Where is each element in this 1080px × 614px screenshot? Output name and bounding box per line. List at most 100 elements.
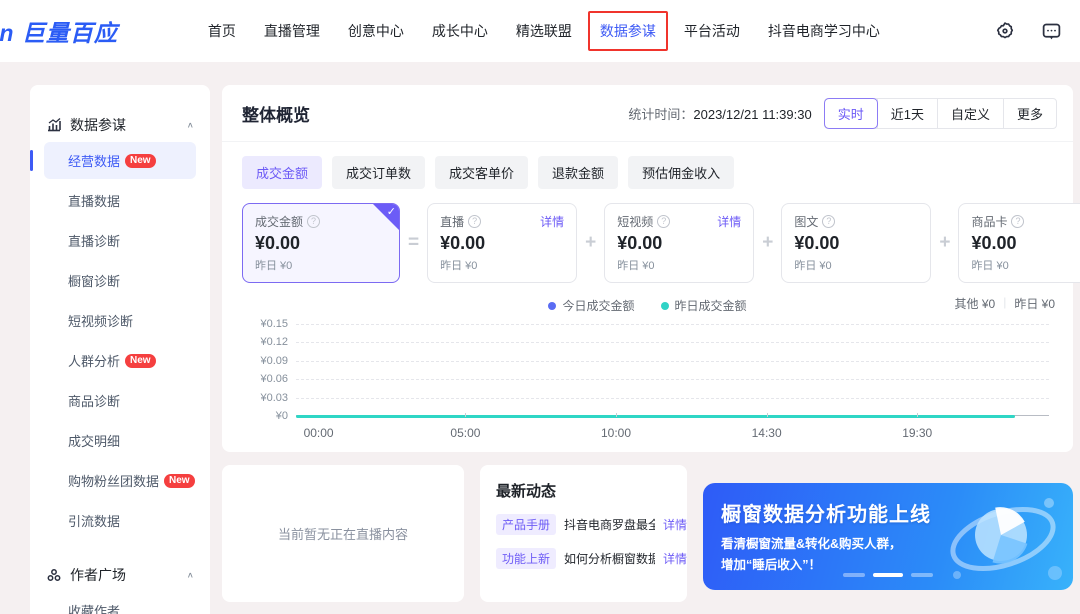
top-nav: in 巨量百应 首页 直播管理 创意中心 成长中心 精选联盟 数据参谋 平台活动… [0,0,1080,62]
stat-card-title: 短视频 [617,213,653,230]
nav-platform-activity[interactable]: 平台活动 [684,21,740,41]
question-icon[interactable]: ? [657,215,670,228]
check-icon: ✓ [387,205,396,218]
x-tickmark [917,413,918,417]
question-icon[interactable]: ? [468,215,481,228]
active-indicator-bar [30,150,33,171]
stat-card-title: 图文 [794,213,818,230]
nav-live-management[interactable]: 直播管理 [264,21,320,41]
range-more-button[interactable]: 更多 [1003,99,1056,128]
stat-card-gmv[interactable]: ✓ 成交金额? ¥0.00 昨日 ¥0 [242,203,400,283]
stat-card-live[interactable]: 直播? 详情 ¥0.00 昨日 ¥0 [427,203,577,283]
carousel-dot[interactable] [911,573,933,577]
news-detail-link[interactable]: 详情 [663,516,687,533]
sidebar-item-business-data[interactable]: 经营数据 New [44,142,196,179]
main-nav: 首页 直播管理 创意中心 成长中心 精选联盟 数据参谋 平台活动 抖音电商学习中… [208,21,880,41]
legend-summary: 其他 ¥0 | 昨日 ¥0 [955,295,1056,312]
sidebar: 数据参谋 ∧ 经营数据 New 直播数据 直播诊断 橱窗诊断 短视频诊断 人群分… [30,85,210,614]
nav-selected-alliance[interactable]: 精选联盟 [516,21,572,41]
news-tag: 产品手册 [496,514,556,535]
page-title: 整体概览 [242,101,310,126]
x-tickmark [465,413,466,417]
nav-learning-center[interactable]: 抖音电商学习中心 [768,21,880,41]
range-realtime-button[interactable]: 实时 [825,99,877,128]
stat-card-value: ¥0.00 [440,233,564,254]
banner-subtitle-2: 增加“睡后收入”！ [721,554,1055,573]
sidebar-item-audience-analysis[interactable]: 人群分析 New [44,342,196,379]
stat-card-short-video[interactable]: 短视频?详情 ¥0.00 昨日 ¥0 [604,203,754,283]
live-status-card: 当前暂无正在直播内容 [222,465,464,602]
question-icon[interactable]: ? [1011,215,1024,228]
legend-yesterday[interactable]: 昨日成交金额 [661,297,747,314]
detail-link[interactable]: 详情 [540,213,564,230]
chevron-up-icon[interactable]: ∧ [187,121,194,130]
news-card: 最新动态 产品手册 抖音电商罗盘最全最... 详情 功能上新 如何分析橱窗数据，… [480,465,687,602]
sidebar-item-showcase-diagnosis[interactable]: 橱窗诊断 [44,262,196,299]
sidebar-item-traffic-data[interactable]: 引流数据 [44,502,196,539]
y-tick: ¥0.12 [242,336,288,348]
stat-card-title: 成交金额 [255,213,303,230]
plus-operator: + [937,232,952,254]
nav-growth-center[interactable]: 成长中心 [432,21,488,41]
stat-card-yesterday: 昨日 ¥0 [440,257,564,273]
news-item[interactable]: 产品手册 抖音电商罗盘最全最... 详情 [496,514,687,535]
nav-creative-center[interactable]: 创意中心 [348,21,404,41]
sidebar-item-fanclub-data[interactable]: 购物粉丝团数据 New [44,462,196,499]
x-tick: 19:30 [902,426,932,440]
stat-card-product-card[interactable]: 商品卡? ¥0.00 昨日 ¥0 [958,203,1080,283]
question-icon[interactable]: ? [307,215,320,228]
legend-today[interactable]: 今日成交金额 [548,297,634,314]
sidebar-section-author-plaza[interactable]: 作者广场 ∧ [44,561,196,589]
x-tick: 05:00 [450,426,480,440]
range-custom-button[interactable]: 自定义 [937,99,1003,128]
sidebar-item-video-diagnosis[interactable]: 短视频诊断 [44,302,196,339]
nav-home[interactable]: 首页 [208,21,236,41]
x-tick: 14:30 [752,426,782,440]
banner-title: 橱窗数据分析功能上线 [721,498,1055,527]
carousel-dot-active[interactable] [873,573,903,577]
carousel-dot[interactable] [843,573,865,577]
sidebar-item-label: 商品诊断 [68,391,120,410]
tab-est-commission[interactable]: 预估佣金收入 [628,156,734,189]
app-logo: in 巨量百应 [0,14,118,48]
sidebar-item-live-diagnosis[interactable]: 直播诊断 [44,222,196,259]
news-detail-link[interactable]: 详情 [663,550,687,567]
sidebar-item-transaction-details[interactable]: 成交明细 [44,422,196,459]
x-tick: 00:00 [304,426,334,440]
sidebar-item-product-diagnosis[interactable]: 商品诊断 [44,382,196,419]
tab-avg-order-value[interactable]: 成交客单价 [435,156,528,189]
nav-data-advisor[interactable]: 数据参谋 [600,21,656,41]
plot-area [296,324,1049,416]
group-icon [46,567,62,583]
tab-order-count[interactable]: 成交订单数 [332,156,425,189]
equals-operator: = [406,232,421,254]
stat-card-image-text[interactable]: 图文? ¥0.00 昨日 ¥0 [781,203,931,283]
overview-header: 整体概览 统计时间：2023/12/21 11:39:30 实时 近1天 自定义… [222,85,1073,142]
news-title: 最新动态 [496,480,687,501]
sidebar-item-favorite-authors[interactable]: 收藏作者 [44,592,196,614]
chevron-up-icon[interactable]: ∧ [187,571,194,580]
message-icon[interactable] [1040,20,1062,42]
overview-card: 整体概览 统计时间：2023/12/21 11:39:30 实时 近1天 自定义… [222,85,1073,452]
range-1day-button[interactable]: 近1天 [877,99,937,128]
new-badge: New [125,354,156,368]
stat-card-title: 直播 [440,213,464,230]
sidebar-item-live-data[interactable]: 直播数据 [44,182,196,219]
y-tick: ¥0 [242,410,288,422]
chart-gridline [296,398,1049,399]
promo-banner[interactable]: 橱窗数据分析功能上线 看清橱窗流量&转化&购买人群， 增加“睡后收入”！ [703,483,1073,590]
sidebar-section-data-advisor[interactable]: 数据参谋 ∧ [44,111,196,139]
sidebar-item-label: 经营数据 [68,151,120,170]
detail-link[interactable]: 详情 [717,213,741,230]
gear-icon[interactable] [994,20,1016,42]
tab-refund-amount[interactable]: 退款金额 [538,156,618,189]
stat-cards-row: ✓ 成交金额? ¥0.00 昨日 ¥0 = 直播?详情 ¥0.00 昨日 ¥0 … [222,191,1073,289]
question-icon[interactable]: ? [822,215,835,228]
news-item[interactable]: 功能上新 如何分析橱窗数据，... 详情 [496,548,687,569]
new-badge: New [125,154,156,168]
tab-gmv[interactable]: 成交金额 [242,156,322,189]
yesterday-amount: 昨日 ¥0 [1014,295,1055,312]
legend-dot-yesterday [661,302,669,310]
stat-card-value: ¥0.00 [794,233,918,254]
bar-chart-icon [46,117,62,133]
